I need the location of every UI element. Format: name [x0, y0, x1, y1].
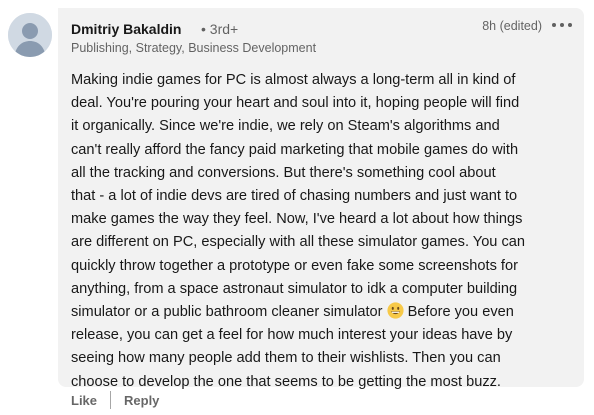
default-avatar-icon: [8, 13, 52, 57]
grinning-face-emoji: [386, 302, 404, 319]
connection-degree: • 3rd+: [201, 21, 239, 37]
reply-button[interactable]: Reply: [124, 393, 159, 408]
author-headline: Publishing, Strategy, Business Developme…: [71, 41, 317, 55]
comment-bubble: Dmitriy Bakaldin • 3rd+ Publishing, Stra…: [58, 8, 584, 390]
comment-body: Making indie games for PC is almost alwa…: [71, 69, 576, 394]
author-name[interactable]: Dmitriy Bakaldin: [71, 21, 181, 37]
like-button[interactable]: Like: [71, 393, 97, 408]
action-divider: [110, 391, 112, 409]
comment-actions: Like Reply: [71, 391, 159, 409]
comment-timestamp: 8h (edited): [482, 19, 542, 33]
comment-body-part1: Making indie games for PC is almost alwa…: [71, 72, 526, 321]
more-options-icon[interactable]: [550, 17, 574, 33]
avatar[interactable]: [8, 13, 52, 57]
